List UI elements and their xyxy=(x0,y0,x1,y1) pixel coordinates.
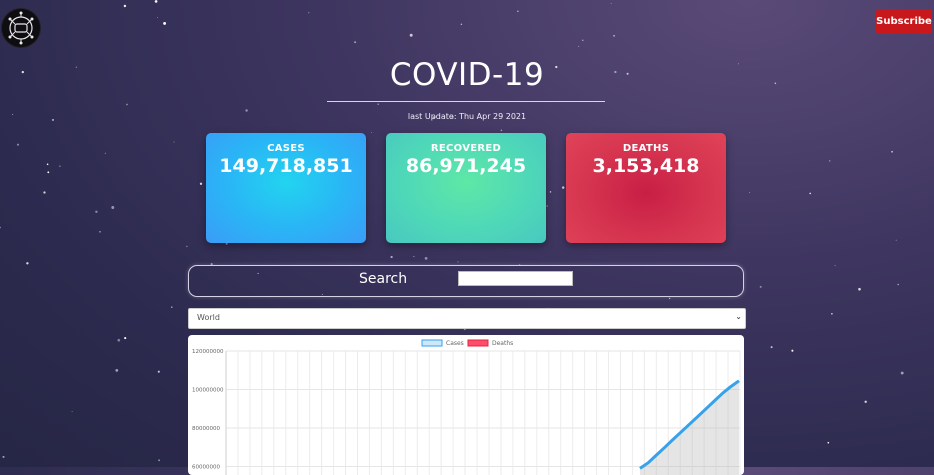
cases-label: CASES xyxy=(267,143,305,154)
star xyxy=(43,191,46,194)
y-tick-label: 80000000 xyxy=(192,426,220,432)
star xyxy=(770,346,773,349)
star xyxy=(858,287,861,291)
star xyxy=(163,21,167,25)
star xyxy=(117,338,121,342)
star xyxy=(895,239,897,241)
star xyxy=(111,206,115,209)
country-select-value: World xyxy=(197,313,220,322)
star xyxy=(581,39,584,42)
star xyxy=(891,150,893,153)
cases-card: CASES 149,718,851 xyxy=(206,133,366,243)
page-title: COVID-19 xyxy=(389,57,545,93)
star xyxy=(124,337,127,340)
y-tick-label: 60000000 xyxy=(192,465,220,471)
star xyxy=(759,285,762,288)
star xyxy=(500,129,503,132)
star xyxy=(2,455,5,458)
deaths-value: 3,153,418 xyxy=(592,155,700,177)
star xyxy=(123,4,127,8)
star xyxy=(457,261,459,263)
star xyxy=(900,371,904,375)
star xyxy=(749,191,751,193)
star xyxy=(99,230,101,233)
star xyxy=(371,132,372,133)
star xyxy=(199,182,203,185)
star xyxy=(377,103,380,106)
country-select[interactable]: World ⌄ xyxy=(188,308,746,329)
star xyxy=(809,192,812,195)
subscribe-button[interactable]: Subscribe xyxy=(876,9,932,34)
star xyxy=(864,400,867,404)
star xyxy=(104,152,106,154)
star xyxy=(157,370,160,373)
deaths-label: DEATHS xyxy=(622,143,670,154)
star xyxy=(409,33,413,37)
chevron-down-icon: ⌄ xyxy=(735,312,742,321)
star xyxy=(0,226,1,229)
recovered-card: RECOVERED 86,971,245 xyxy=(386,133,546,243)
search-bar: Search xyxy=(188,265,744,297)
star xyxy=(354,41,357,44)
legend-swatch-deaths xyxy=(467,339,489,347)
star xyxy=(59,165,61,167)
star xyxy=(413,256,415,258)
last-update-text: last Update: Thu Apr 29 2021 xyxy=(407,112,527,121)
star xyxy=(546,205,548,207)
star xyxy=(613,34,616,37)
star xyxy=(26,262,29,265)
star xyxy=(16,143,20,146)
chart-container: 120000000 100000000 80000000 60000000 Cases D… xyxy=(188,335,744,475)
cases-value: 149,718,851 xyxy=(219,155,353,177)
star xyxy=(115,369,119,372)
search-label: Search xyxy=(359,271,408,287)
star xyxy=(47,171,50,174)
star xyxy=(95,210,98,214)
legend-label-cases: Cases xyxy=(446,340,464,347)
star xyxy=(610,3,612,5)
star xyxy=(154,0,158,3)
star xyxy=(517,10,519,13)
star xyxy=(827,441,830,444)
star xyxy=(186,245,188,248)
star xyxy=(460,23,463,26)
star xyxy=(157,17,158,18)
deaths-card: DEATHS 3,153,418 xyxy=(566,133,726,243)
star xyxy=(46,163,49,166)
star xyxy=(158,459,160,462)
star xyxy=(829,160,831,162)
star xyxy=(424,257,428,260)
star xyxy=(390,255,393,259)
star xyxy=(831,313,833,315)
circuit-logo-icon[interactable] xyxy=(2,9,40,47)
title-divider xyxy=(327,101,605,102)
star xyxy=(173,141,175,143)
star xyxy=(834,265,836,266)
legend-swatch-cases xyxy=(421,339,443,347)
star xyxy=(668,297,671,300)
cases-deaths-chart: 120000000 100000000 80000000 60000000 Cases D… xyxy=(192,339,741,475)
recovered-label: RECOVERED xyxy=(430,143,502,154)
star xyxy=(549,191,552,193)
star xyxy=(126,103,128,106)
star xyxy=(71,411,73,412)
star xyxy=(897,283,899,286)
y-tick-label: 120000000 xyxy=(192,349,224,355)
star xyxy=(171,306,173,308)
search-input[interactable] xyxy=(458,271,573,286)
star xyxy=(561,186,565,189)
recovered-value: 86,971,245 xyxy=(405,155,527,177)
legend-label-deaths: Deaths xyxy=(492,340,513,347)
y-tick-label: 100000000 xyxy=(192,388,224,394)
star xyxy=(578,45,580,47)
star xyxy=(308,12,310,14)
star xyxy=(791,349,794,352)
